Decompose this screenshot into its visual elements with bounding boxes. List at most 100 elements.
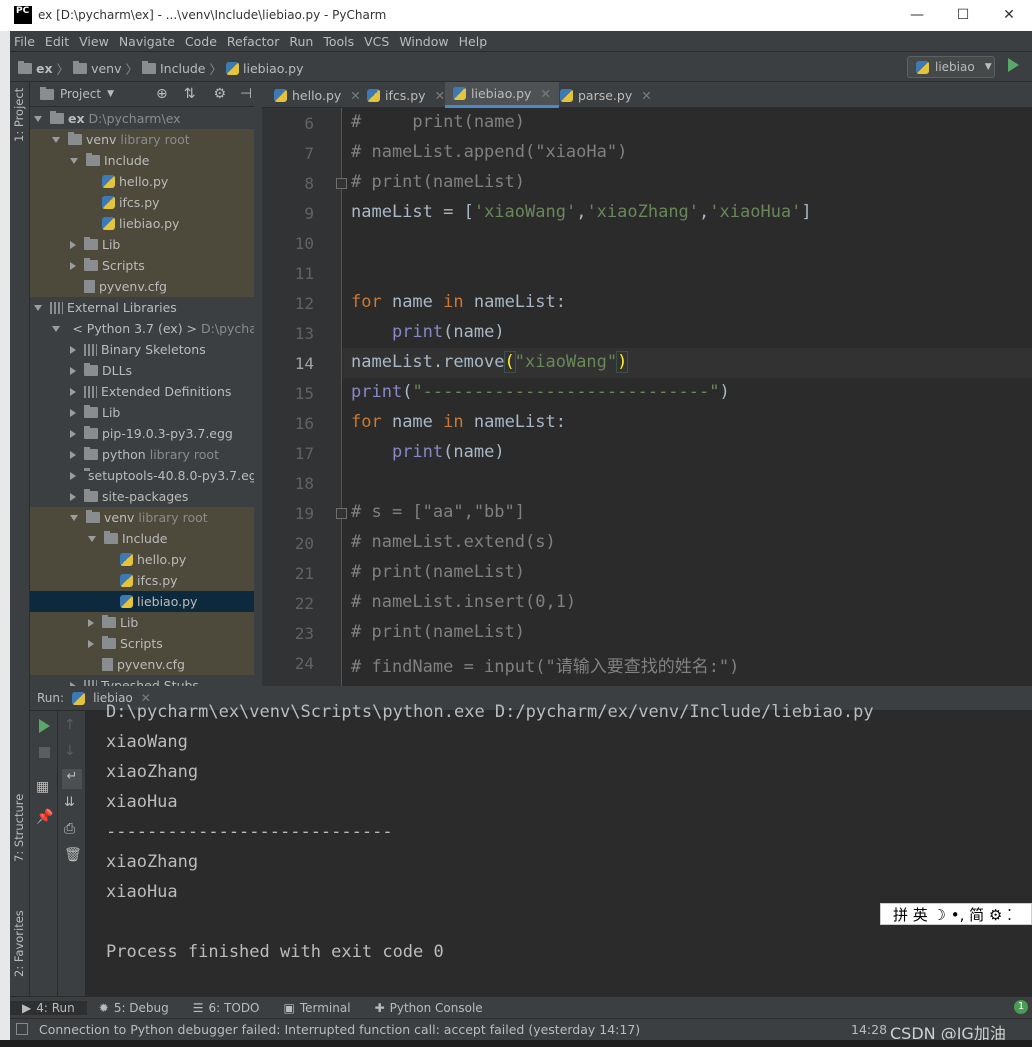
minimize-button[interactable]: — [894,0,940,31]
fold-marker-icon[interactable] [336,508,347,519]
fold-marker-icon[interactable] [336,178,347,189]
tree-item[interactable]: venv library root [30,129,262,150]
menu-item-file[interactable]: File [10,34,41,49]
collapsed-arrow-icon[interactable] [70,366,76,375]
tree-item[interactable]: ifcs.py [30,192,262,213]
panel-splitter[interactable] [254,82,262,686]
code-line[interactable]: nameList = ['xiaoWang','xiaoZhang','xiao… [351,202,812,222]
tree-item[interactable]: Lib [30,234,262,255]
tree-item[interactable]: site-packages [30,486,262,507]
tree-item[interactable]: hello.py [30,549,262,570]
tree-item[interactable]: ex D:\pycharm\ex [30,108,262,129]
code-line[interactable]: # print(nameList) [351,172,525,192]
code-line[interactable]: # print(nameList) [351,562,525,582]
layout-icon[interactable]: ▦ [36,779,52,795]
event-log-badge[interactable]: 1 [1014,1000,1028,1014]
tool-window-button[interactable]: ▶ 4: Run [10,1000,87,1015]
hide-icon[interactable]: ⊣ [240,86,252,102]
collapsed-arrow-icon[interactable] [70,408,76,417]
ime-toolbar[interactable]: 拼 英 ☽ •, 简 ⚙ ⁚ [880,903,1032,925]
menu-item-edit[interactable]: Edit [41,34,75,49]
run-button[interactable] [1008,58,1019,72]
close-icon[interactable]: ✕ [641,88,651,103]
code-line[interactable]: # nameList.extend(s) [351,532,556,552]
menu-item-run[interactable]: Run [285,34,319,49]
code-line[interactable]: # nameList.append("xiaoHa") [351,142,627,162]
editor-tab[interactable]: hello.py ✕ [266,82,369,108]
status-message[interactable]: Connection to Python debugger failed: In… [39,1022,640,1037]
breadcrumb-item-ex[interactable]: ex [36,61,53,76]
tree-item[interactable]: pyvenv.cfg [30,654,262,675]
collapsed-arrow-icon[interactable] [70,492,76,501]
tree-item[interactable]: < Python 3.7 (ex) > D:\pychar [30,318,262,339]
collapsed-arrow-icon[interactable] [70,345,76,354]
tool-window-button[interactable]: ▣ Terminal [272,1001,363,1015]
scroll-to-end-icon[interactable]: ⇊ [64,795,80,811]
code-line[interactable]: # findName = input("请输入要查找的姓名:") [351,652,739,677]
tree-item[interactable]: DLLs [30,360,262,381]
tree-item[interactable]: hello.py [30,171,262,192]
project-view-select[interactable]: Project [60,87,101,101]
tree-item[interactable]: liebiao.py [30,213,262,234]
close-icon[interactable]: ✕ [540,86,550,101]
tree-item[interactable]: Lib [30,402,262,423]
tree-item[interactable]: Binary Skeletons [30,339,262,360]
code-line[interactable]: print(name) [351,442,505,462]
project-tool-tab[interactable]: 1: Project [12,88,26,142]
expanded-arrow-icon[interactable] [52,136,60,143]
maximize-button[interactable]: ☐ [940,0,986,31]
stop-button[interactable] [39,747,50,758]
collapse-icon[interactable]: ⇅ [184,86,196,102]
pin-icon[interactable]: 📌 [36,809,53,825]
menu-item-refactor[interactable]: Refactor [223,34,285,49]
tree-item[interactable]: Lib [30,612,262,633]
collapsed-arrow-icon[interactable] [70,261,76,270]
collapsed-arrow-icon[interactable] [70,387,76,396]
tree-item[interactable]: Scripts [30,255,262,276]
code-line[interactable]: for name in nameList: [351,412,566,432]
caret-position[interactable]: 14:28 [851,1022,887,1037]
collapsed-arrow-icon[interactable] [88,639,94,648]
tool-window-button[interactable]: ✹ 5: Debug [87,1001,181,1015]
breadcrumb-item-file[interactable]: liebiao.py [243,61,303,76]
tree-item[interactable]: Include [30,528,262,549]
tree-item[interactable]: Include [30,150,262,171]
tree-item[interactable]: Scripts [30,633,262,654]
structure-tool-tab[interactable]: 7: Structure [12,794,26,862]
tree-item[interactable]: Extended Definitions [30,381,262,402]
down-arrow-icon[interactable]: ↓ [64,743,80,759]
collapsed-arrow-icon[interactable] [70,240,76,249]
chevron-down-icon[interactable]: ▼ [107,89,114,99]
code-line[interactable]: # s = ["aa","bb"] [351,502,525,522]
editor-tab[interactable]: liebiao.py ✕ [445,82,559,108]
expanded-arrow-icon[interactable] [70,157,78,164]
run-configuration-select[interactable]: liebiao ▼ [907,56,995,78]
code-line[interactable]: # nameList.insert(0,1) [351,592,576,612]
locate-icon[interactable]: ⊕ [156,86,168,102]
menu-item-tools[interactable]: Tools [319,34,360,49]
breadcrumb-item-venv[interactable]: venv [91,61,121,76]
panel-toggle-icon[interactable] [16,1023,28,1035]
close-button[interactable]: ✕ [986,0,1032,31]
expanded-arrow-icon[interactable] [88,535,96,542]
collapsed-arrow-icon[interactable] [70,450,76,459]
gear-icon[interactable]: ⚙ [213,86,226,102]
collapsed-arrow-icon[interactable] [88,618,94,627]
tree-item[interactable]: External Libraries [30,297,262,318]
editor-tab[interactable]: parse.py ✕ [552,82,660,108]
up-arrow-icon[interactable]: ↑ [64,717,80,733]
menu-item-help[interactable]: Help [455,34,494,49]
tree-item[interactable]: pip-19.0.3-py3.7.egg [30,423,262,444]
expanded-arrow-icon[interactable] [34,115,42,122]
tree-item[interactable]: liebiao.py [30,591,262,612]
expanded-arrow-icon[interactable] [34,304,42,311]
menu-item-view[interactable]: View [75,34,115,49]
menu-item-code[interactable]: Code [181,34,223,49]
menu-item-window[interactable]: Window [395,34,454,49]
collapsed-arrow-icon[interactable] [70,429,76,438]
tree-item[interactable]: pyvenv.cfg [30,276,262,297]
tool-window-button[interactable]: ☰ 6: TODO [181,1001,272,1015]
expanded-arrow-icon[interactable] [52,325,60,332]
breadcrumb-item-include[interactable]: Include [160,61,206,76]
tree-item[interactable]: venv library root [30,507,262,528]
